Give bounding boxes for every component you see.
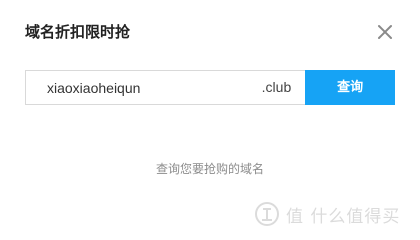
watermark: 值 什么值得买	[254, 200, 400, 228]
dialog-title: 域名折扣限时抢	[25, 23, 131, 41]
zhi-logo-icon	[255, 202, 279, 226]
close-icon	[378, 25, 392, 39]
close-button[interactable]	[376, 23, 394, 41]
domain-input[interactable]	[26, 71, 251, 104]
domain-field-box: .club	[25, 70, 306, 105]
domain-suffix-label: .club	[261, 79, 292, 95]
search-hint-text: 查询您要抢购的域名	[155, 162, 264, 176]
search-button[interactable]: 查询	[305, 70, 395, 105]
watermark-text: 值 什么值得买	[286, 206, 401, 227]
domain-search-row: .club 查询	[25, 70, 395, 105]
domain-discount-dialog: 域名折扣限时抢 .club 查询 查询您要抢购的域名 值 什么值得买	[0, 0, 420, 240]
